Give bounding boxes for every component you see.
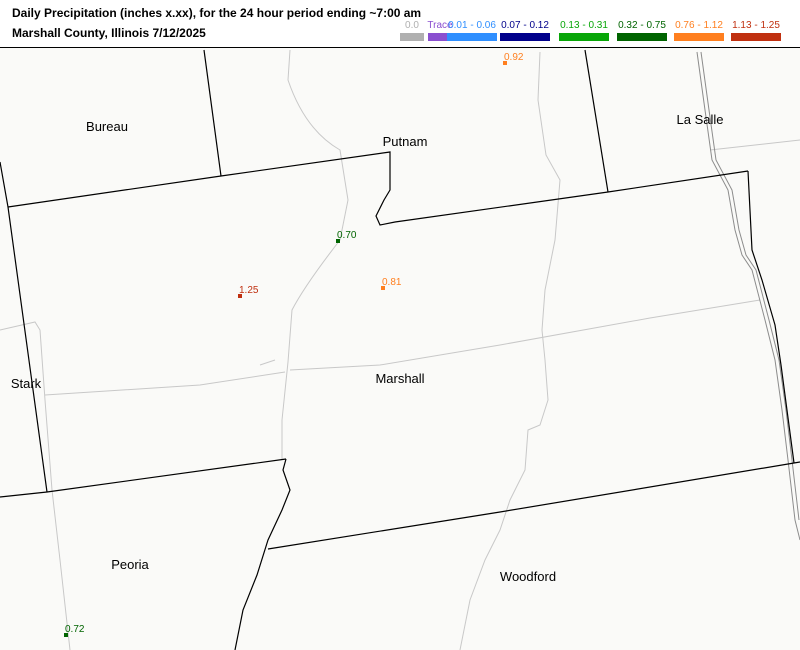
legend-swatch (617, 33, 667, 41)
minor-road (0, 321, 71, 650)
legend-item: 0.07 - 0.12 (499, 20, 551, 41)
legend-swatch (674, 33, 724, 41)
precipitation-legend: 0.0 Trace 0.01 - 0.06 0.07 - 0.12 0.13 - 0.3… (380, 20, 790, 44)
observation-point[interactable]: 1.25 (238, 285, 259, 298)
map-subtitle: Marshall County, Illinois 7/12/2025 (12, 26, 206, 40)
county-label: Woodford (500, 569, 556, 584)
boundary-putnam-lasalle (584, 49, 609, 193)
boundary-river-west (234, 458, 291, 650)
river (459, 51, 561, 650)
legend-item: 0.32 - 0.75 (616, 20, 668, 41)
boundary-west (0, 161, 48, 493)
map-svg: Bureau Putnam La Salle Stark Marshall Peoria W… (0, 49, 800, 650)
boundary-bureau-putnam (203, 49, 222, 177)
county-labels: Bureau Putnam La Salle Stark Marshall Peoria W… (11, 112, 724, 584)
minor-road (289, 299, 761, 371)
legend-item: 0.76 - 1.12 (673, 20, 725, 41)
legend-item: 1.13 - 1.25 (730, 20, 782, 41)
legend-label: 0.01 - 0.06 (448, 20, 496, 31)
observations: 0.92 0.70 1.25 0.81 0.72 (64, 52, 524, 637)
observation-point[interactable]: 0.92 (503, 52, 524, 65)
county-label: Stark (11, 376, 42, 391)
observation-point[interactable]: 0.72 (64, 624, 85, 637)
county-label: Bureau (86, 119, 128, 134)
county-label: Marshall (375, 371, 424, 386)
boundary-north (7, 151, 749, 226)
observation-value: 0.72 (65, 624, 85, 635)
legend-swatch (500, 33, 550, 41)
minor-road (259, 359, 276, 366)
legend-swatch (559, 33, 609, 41)
boundary-south (267, 461, 800, 550)
minor-road (281, 49, 349, 460)
legend-label: 0.76 - 1.12 (675, 20, 723, 31)
map-header: Daily Precipitation (inches x.xx), for t… (0, 0, 800, 48)
map-title: Daily Precipitation (inches x.xx), for t… (12, 6, 422, 20)
legend-label: 0.07 - 0.12 (501, 20, 549, 31)
observation-value: 0.70 (337, 230, 357, 241)
legend-swatch (731, 33, 781, 41)
legend-label: 0.13 - 0.31 (560, 20, 608, 31)
minor-road (709, 139, 800, 151)
observation-point[interactable]: 0.81 (381, 277, 402, 290)
observation-point[interactable]: 0.70 (336, 230, 357, 243)
observation-value: 0.92 (504, 52, 524, 63)
county-label: La Salle (677, 112, 724, 127)
precipitation-map-page: Daily Precipitation (inches x.xx), for t… (0, 0, 800, 650)
legend-item: 0.13 - 0.31 (558, 20, 610, 41)
legend-swatch (447, 33, 497, 41)
county-map: Bureau Putnam La Salle Stark Marshall Peoria W… (0, 48, 800, 650)
minor-road (44, 371, 286, 396)
legend-label: 0.32 - 0.75 (618, 20, 666, 31)
legend-item: 0.01 - 0.06 (446, 20, 498, 41)
legend-label: 1.13 - 1.25 (732, 20, 780, 31)
county-label: Putnam (383, 134, 428, 149)
county-label: Peoria (111, 557, 149, 572)
observation-value: 1.25 (239, 285, 259, 296)
observation-value: 0.81 (382, 277, 402, 288)
